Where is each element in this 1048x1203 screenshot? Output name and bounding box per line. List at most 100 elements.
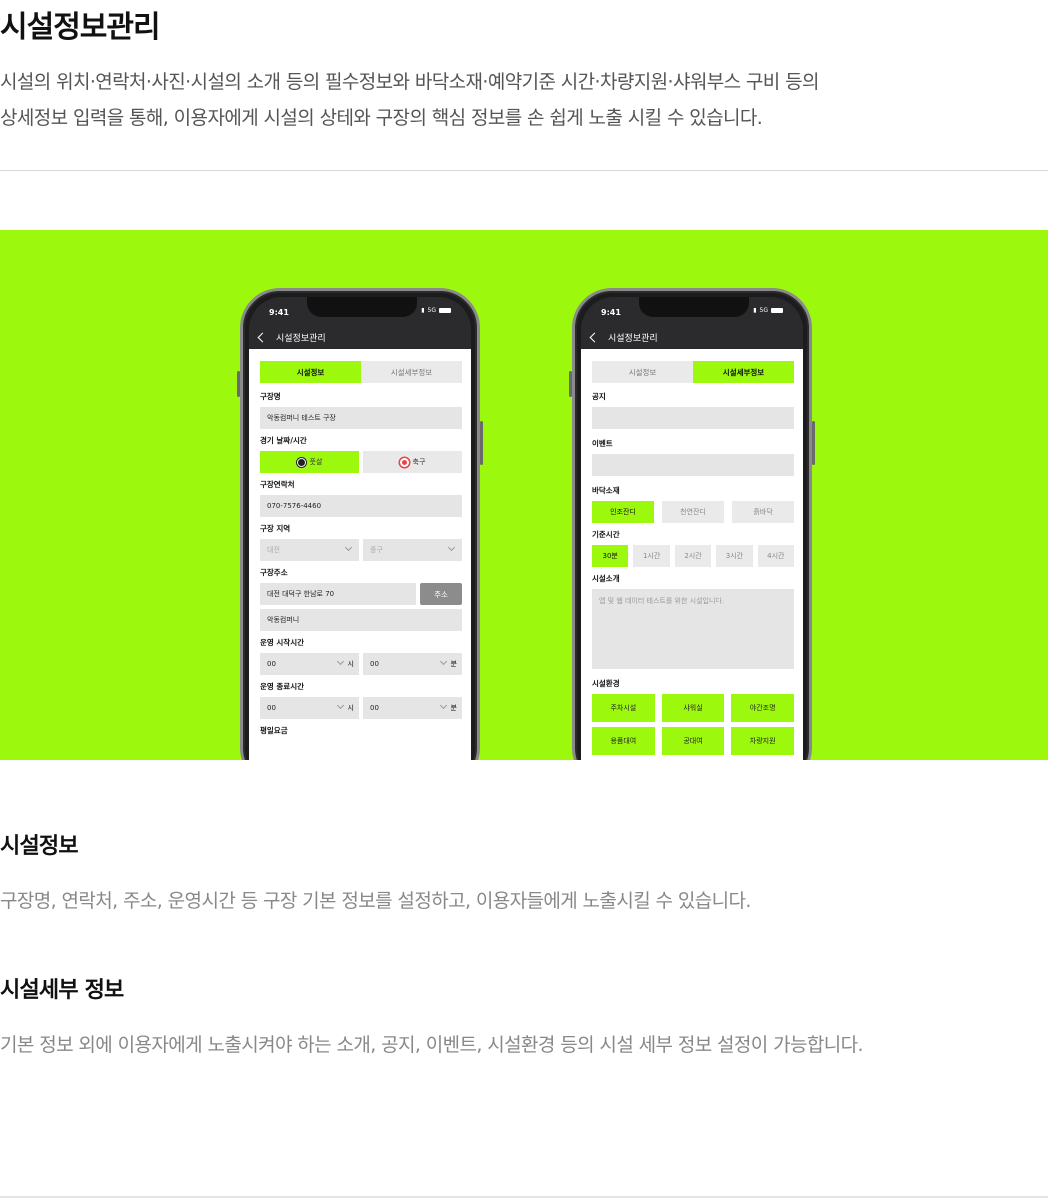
unit-label: 분 (450, 660, 457, 668)
select-value: 대전 (267, 546, 280, 554)
floor-option-dirt[interactable]: 흙바닥 (732, 501, 794, 523)
select-value: 중구 (370, 546, 383, 554)
env-option-ball-rental[interactable]: 공대여 (661, 727, 725, 755)
facility-name-input[interactable]: 악동컴퍼니 테스트 구장 (260, 407, 462, 429)
section-title: 시설정보 (0, 834, 79, 859)
tab-bar: 시설정보 시설세부정보 (260, 361, 462, 383)
field-label: 운영 종료시간 (260, 682, 305, 691)
target-icon (399, 457, 409, 467)
env-option-parking[interactable]: 주차시설 (592, 694, 655, 722)
page-title: 시설정보관리 (0, 10, 161, 45)
field-label: 경기 날짜/시간 (260, 436, 307, 445)
app-bar: 시설정보관리 (249, 325, 471, 349)
chevron-down-icon (439, 701, 448, 710)
close-hour-select[interactable]: 00 시 (260, 697, 359, 719)
unit-label: 시 (347, 704, 354, 712)
notice-input[interactable] (592, 407, 794, 429)
field-label: 시설소개 (592, 574, 620, 583)
field-label: 평일요금 (260, 726, 288, 735)
address-search-button[interactable]: 주소 (420, 583, 462, 605)
phone-side-button (237, 371, 240, 397)
tab-facility-info[interactable]: 시설정보 (592, 361, 693, 383)
phone-screen: 9:41 ▮ 5G 시설정보관리 시설정보 시설세부정보 구장명 악동컴퍼니 테… (249, 297, 471, 760)
field-label: 기준시간 (592, 530, 620, 539)
region-district-select[interactable]: 중구 (363, 539, 462, 561)
form-content: 시설정보 시설세부정보 구장명 악동컴퍼니 테스트 구장 경기 날짜/시간 풋살… (249, 349, 471, 760)
battery-icon (439, 308, 451, 313)
status-icons: ▮ 5G (753, 307, 783, 314)
phone-side-button (569, 371, 572, 397)
tab-facility-detail[interactable]: 시설세부정보 (693, 361, 794, 383)
sport-soccer-button[interactable]: 축구 (363, 451, 462, 473)
tab-facility-info[interactable]: 시설정보 (260, 361, 361, 383)
sport-label: 축구 (412, 458, 426, 466)
status-time: 9:41 (269, 308, 289, 317)
appbar-title: 시설정보관리 (608, 333, 658, 344)
intro-text: 시설의 위치·연락처·사진·시설의 소개 등의 필수정보와 바닥소재·예약기준 … (0, 64, 1040, 136)
select-value: 00 (267, 704, 276, 712)
phone-input[interactable]: 070-7576-4460 (260, 495, 462, 517)
phone-side-button (480, 421, 483, 465)
phone-screen: 9:41 ▮ 5G 시설정보관리 시설정보 시설세부정보 공지 이벤트 바닥소재… (581, 297, 803, 760)
phone-mockup-info: 9:41 ▮ 5G 시설정보관리 시설정보 시설세부정보 구장명 악동컴퍼니 테… (237, 288, 483, 760)
section-title: 시설세부 정보 (0, 978, 124, 1003)
time-option-1h[interactable]: 1시간 (633, 545, 670, 567)
env-option-vehicle[interactable]: 차량지원 (731, 727, 794, 755)
env-option-rental[interactable]: 용품대여 (592, 727, 655, 755)
soccer-ball-icon (296, 457, 306, 467)
field-label: 구장주소 (260, 568, 288, 577)
env-option-night-light[interactable]: 야간조명 (731, 694, 794, 722)
intro-line-1: 시설의 위치·연락처·사진·시설의 소개 등의 필수정보와 바닥소재·예약기준 … (0, 71, 819, 93)
battery-icon (771, 308, 783, 313)
app-bar: 시설정보관리 (581, 325, 803, 349)
chevron-down-icon (336, 701, 345, 710)
tab-facility-detail[interactable]: 시설세부정보 (361, 361, 462, 383)
phone-mockup-detail: 9:41 ▮ 5G 시설정보관리 시설정보 시설세부정보 공지 이벤트 바닥소재… (569, 288, 815, 760)
sport-label: 풋살 (309, 458, 323, 466)
address-detail-input[interactable]: 악동컴퍼니 (260, 609, 462, 631)
network-label: 5G (759, 307, 768, 314)
phone-side-button (812, 421, 815, 465)
open-hour-select[interactable]: 00 시 (260, 653, 359, 675)
intro-textarea[interactable]: 앱 및 웹 데이터 테스트를 위한 시설입니다. (592, 589, 794, 669)
env-option-shower[interactable]: 샤워실 (661, 694, 725, 722)
unit-label: 분 (450, 704, 457, 712)
select-value: 00 (370, 660, 379, 668)
time-option-4h[interactable]: 4시간 (757, 545, 795, 567)
sport-futsal-button[interactable]: 풋살 (260, 451, 359, 473)
close-minute-select[interactable]: 00 분 (363, 697, 462, 719)
chevron-down-icon (344, 543, 353, 552)
network-label: 5G (427, 307, 436, 314)
appbar-title: 시설정보관리 (276, 333, 326, 344)
time-option-3h[interactable]: 3시간 (716, 545, 753, 567)
region-city-select[interactable]: 대전 (260, 539, 359, 561)
signal-icon: ▮ (421, 307, 425, 314)
status-bar: 9:41 ▮ 5G (249, 297, 471, 325)
status-icons: ▮ 5G (421, 307, 451, 314)
field-label: 이벤트 (592, 439, 613, 448)
open-minute-select[interactable]: 00 분 (363, 653, 462, 675)
chevron-down-icon (439, 657, 448, 666)
time-option-2h[interactable]: 2시간 (674, 545, 712, 567)
floor-option-natural[interactable]: 천연잔디 (662, 501, 724, 523)
divider (0, 170, 1048, 171)
env-options: 주차시설 샤워실 야간조명 용품대여 공대여 차량지원 (592, 694, 794, 755)
back-icon[interactable] (589, 332, 600, 342)
select-value: 00 (370, 704, 379, 712)
event-input[interactable] (592, 454, 794, 476)
back-icon[interactable] (257, 332, 268, 342)
chevron-down-icon (336, 657, 345, 666)
address-input[interactable]: 대전 대덕구 한남로 70 (260, 583, 416, 605)
notch (307, 297, 417, 317)
field-label: 시설환경 (592, 679, 620, 688)
field-label: 공지 (592, 392, 606, 401)
chevron-down-icon (447, 543, 456, 552)
time-option-30min[interactable]: 30분 (592, 545, 629, 567)
intro-line-2: 상세정보 입력을 통해, 이용자에게 시설의 상테와 구장의 핵심 정보를 손 … (0, 107, 763, 129)
field-label: 바닥소재 (592, 486, 620, 495)
notch (639, 297, 749, 317)
field-label: 운영 시작시간 (260, 638, 305, 647)
status-bar: 9:41 ▮ 5G (581, 297, 803, 325)
hero-banner: 9:41 ▮ 5G 시설정보관리 시설정보 시설세부정보 구장명 악동컴퍼니 테… (0, 230, 1048, 760)
floor-option-artificial[interactable]: 인조잔디 (592, 501, 654, 523)
